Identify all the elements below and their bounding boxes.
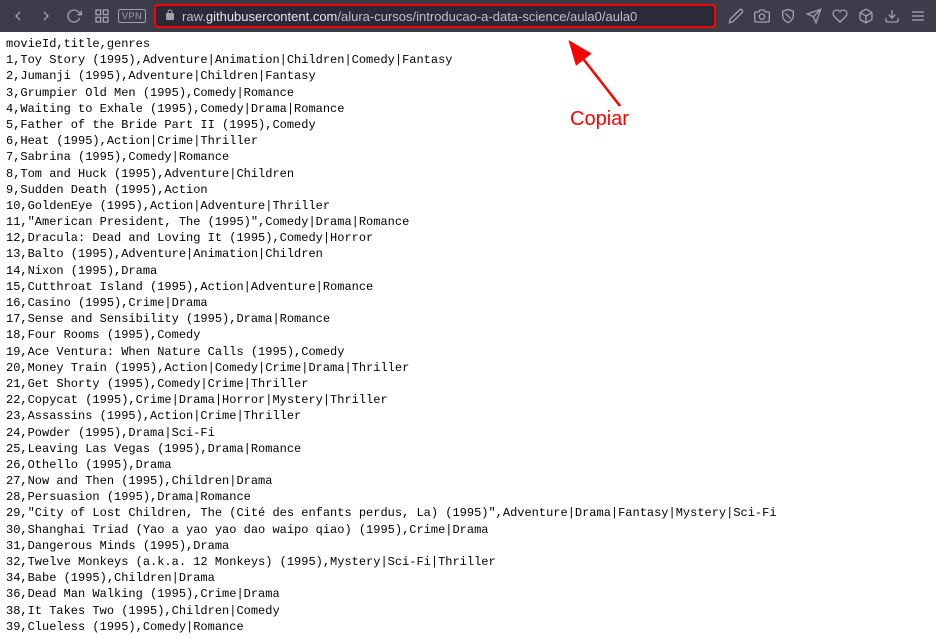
forward-button[interactable] (34, 4, 58, 28)
url-path: /alura-cursos/introducao-a-data-science/… (337, 9, 637, 24)
url-bar[interactable]: raw.githubusercontent.com/alura-cursos/i… (154, 4, 716, 28)
url-prefix: raw. (182, 9, 206, 24)
back-button[interactable] (6, 4, 30, 28)
cube-icon[interactable] (854, 4, 878, 28)
vpn-badge[interactable]: VPN (118, 9, 146, 23)
camera-icon[interactable] (750, 4, 774, 28)
lock-icon (164, 9, 176, 24)
speed-dial-button[interactable] (90, 4, 114, 28)
download-icon[interactable] (880, 4, 904, 28)
edit-icon[interactable] (724, 4, 748, 28)
shield-icon[interactable] (776, 4, 800, 28)
send-icon[interactable] (802, 4, 826, 28)
heart-icon[interactable] (828, 4, 852, 28)
url-domain: githubusercontent.com (206, 9, 338, 24)
csv-content: movieId,title,genres 1,Toy Story (1995),… (0, 32, 936, 639)
menu-icon[interactable] (906, 4, 930, 28)
reload-button[interactable] (62, 4, 86, 28)
browser-toolbar: VPN raw.githubusercontent.com/alura-curs… (0, 0, 936, 32)
